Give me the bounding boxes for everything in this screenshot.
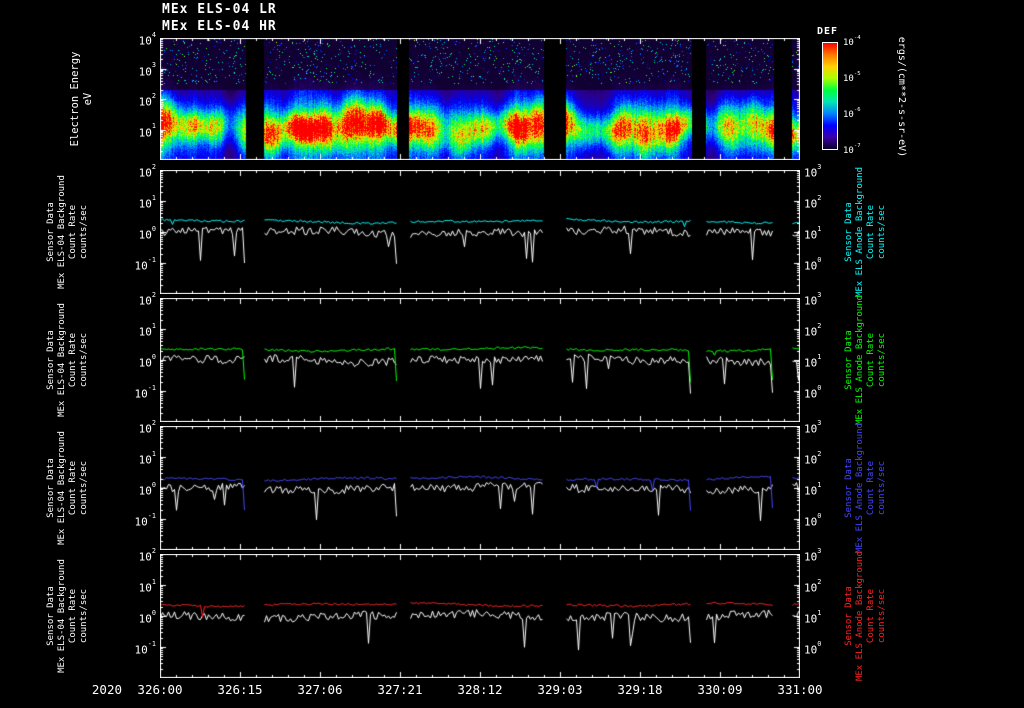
y-tick-label-right: 102	[804, 449, 822, 467]
y-tick-label-left: 10-1	[134, 511, 156, 529]
y-tick-label-right: 102	[804, 321, 822, 339]
y-tick-label-right: 102	[804, 577, 822, 595]
left-axis-label-line: Sensor Data	[46, 586, 56, 646]
x-tick-label: 331:00	[777, 682, 823, 697]
y-tick-label-left: 100	[138, 608, 156, 626]
spectrogram-y-axis-label-line2: eV	[82, 92, 94, 106]
x-tick-label: 329:03	[537, 682, 583, 697]
y-tick-label-left: 101	[138, 321, 156, 339]
right-axis-label-line: counts/sec	[877, 588, 887, 644]
left-axis-label-line: Count Rate	[68, 588, 78, 644]
x-tick-label: 327:06	[297, 682, 343, 697]
y-tick-label-left: 100	[138, 480, 156, 498]
x-tick-label: 326:15	[217, 682, 263, 697]
x-tick-label: 327:21	[377, 682, 423, 697]
y-tick-label-left: 10-1	[134, 383, 156, 401]
spectrogram-canvas	[160, 38, 800, 160]
colorbar-tick-label: 10-4	[843, 34, 861, 49]
x-tick-label: 329:18	[617, 682, 663, 697]
y-tick-label-left: 102	[138, 162, 156, 180]
plot-title-lr: MEx ELS-04 LR	[162, 2, 277, 17]
y-tick-label-right: 103	[804, 546, 822, 564]
x-tick-label: 326:00	[137, 682, 183, 697]
y-tick-label-left: 100	[138, 224, 156, 242]
y-tick-label-right: 101	[804, 480, 822, 498]
count-rate-panel-2-canvas	[160, 298, 800, 422]
y-tick-label-left: 101	[138, 449, 156, 467]
y-tick-label-left: 102	[138, 91, 156, 109]
y-tick-label-left: 101	[138, 122, 156, 140]
colorbar-tick-label: 10-5	[843, 70, 861, 85]
y-tick-label-right: 101	[804, 608, 822, 626]
y-tick-label-left: 103	[138, 61, 156, 79]
y-tick-label-left: 101	[138, 193, 156, 211]
y-tick-label-left: 102	[138, 290, 156, 308]
left-axis-label-line: counts/sec	[79, 588, 89, 644]
spectrogram-y-axis-label: Electron Energy eV	[69, 24, 95, 174]
colorbar-unit-label: ergs/(cm**2-s-sr-eV)	[896, 36, 907, 158]
spectrogram-y-axis-label-line1: Electron Energy	[69, 51, 81, 147]
y-tick-label-right: 103	[804, 162, 822, 180]
colorbar-tick-label: 10-7	[843, 142, 861, 157]
y-tick-label-right: 101	[804, 352, 822, 370]
left-axis-label: Sensor Data MEx ELS-04 Background Count Ra…	[46, 541, 90, 691]
y-tick-label-right: 100	[804, 511, 822, 529]
plot-title-hr: MEx ELS-04 HR	[162, 19, 277, 34]
y-tick-label-right: 100	[804, 255, 822, 273]
y-tick-label-left: 104	[138, 30, 156, 48]
y-tick-label-right: 101	[804, 224, 822, 242]
colorbar	[822, 42, 838, 150]
x-tick-label: 328:12	[457, 682, 503, 697]
colorbar-title: DEF	[817, 26, 839, 37]
left-axis-label-line: MEx ELS-04 Background	[57, 559, 67, 673]
right-axis-label-line: MEx ELS Anode Background	[855, 550, 865, 682]
plot-page: MEx ELS-04 LR MEx ELS-04 HR Electron Ene…	[0, 0, 1024, 708]
x-tick-label: 330:09	[697, 682, 743, 697]
count-rate-panel-1-canvas	[160, 170, 800, 294]
y-tick-label-right: 100	[804, 639, 822, 657]
y-tick-label-left: 100	[138, 352, 156, 370]
right-axis-label-line: Sensor Data	[844, 586, 854, 646]
y-tick-label-right: 103	[804, 418, 822, 436]
right-axis-label: Sensor Data MEx ELS Anode Background Count…	[844, 541, 888, 691]
count-rate-panel-4-canvas	[160, 554, 800, 678]
y-tick-label-left: 101	[138, 577, 156, 595]
y-tick-label-right: 100	[804, 383, 822, 401]
right-axis-label-line: Count Rate	[866, 588, 876, 644]
y-tick-label-right: 102	[804, 193, 822, 211]
count-rate-panel-3-canvas	[160, 426, 800, 550]
y-tick-label-left: 10-1	[134, 639, 156, 657]
y-tick-label-left: 10-1	[134, 255, 156, 273]
colorbar-tick-label: 10-6	[843, 106, 861, 121]
y-tick-label-left: 102	[138, 546, 156, 564]
y-tick-label-left: 102	[138, 418, 156, 436]
y-tick-label-right: 103	[804, 290, 822, 308]
